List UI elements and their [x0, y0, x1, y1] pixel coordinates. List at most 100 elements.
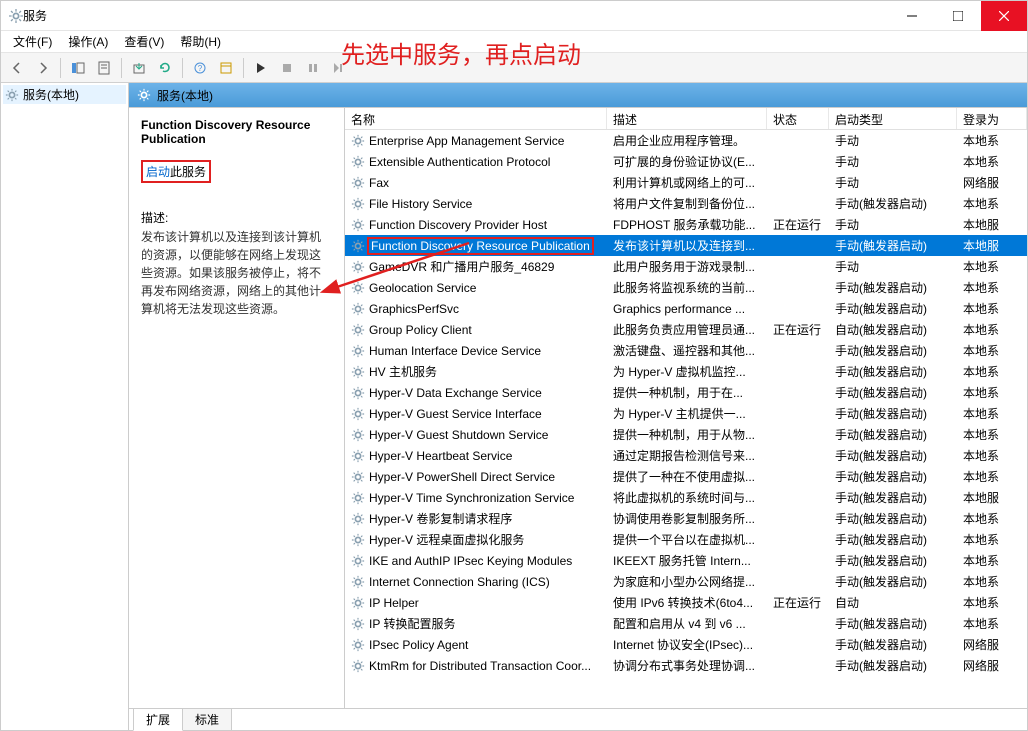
- service-row[interactable]: Hyper-V 远程桌面虚拟化服务提供一个平台以在虚拟机...手动(触发器启动)…: [345, 529, 1027, 550]
- gear-icon: [351, 491, 365, 505]
- service-row[interactable]: Hyper-V Guest Shutdown Service提供一种机制，用于从…: [345, 424, 1027, 445]
- col-desc[interactable]: 描述: [607, 108, 767, 129]
- menu-view[interactable]: 查看(V): [118, 31, 170, 52]
- close-button[interactable]: [981, 1, 1027, 31]
- service-row[interactable]: Human Interface Device Service激活键盘、遥控器和其…: [345, 340, 1027, 361]
- service-row[interactable]: Geolocation Service此服务将监视系统的当前...手动(触发器启…: [345, 277, 1027, 298]
- service-row[interactable]: Hyper-V Guest Service Interface为 Hyper-V…: [345, 403, 1027, 424]
- menu-file[interactable]: 文件(F): [7, 31, 58, 52]
- service-row[interactable]: GraphicsPerfSvcGraphics performance ...手…: [345, 298, 1027, 319]
- minimize-button[interactable]: [889, 1, 935, 31]
- service-name: Hyper-V Time Synchronization Service: [369, 491, 574, 505]
- restart-service-button[interactable]: [327, 56, 351, 80]
- service-startup: 手动(触发器启动): [829, 489, 957, 506]
- service-desc: 提供了一种在不使用虚拟...: [607, 468, 767, 485]
- service-logon: 本地系: [957, 300, 1027, 317]
- service-name: Hyper-V Guest Shutdown Service: [369, 428, 548, 442]
- gear-icon: [351, 638, 365, 652]
- service-row[interactable]: Hyper-V Heartbeat Service通过定期报告检测信号来...手…: [345, 445, 1027, 466]
- service-row[interactable]: KtmRm for Distributed Transaction Coor..…: [345, 655, 1027, 676]
- service-row[interactable]: Extensible Authentication Protocol可扩展的身份…: [345, 151, 1027, 172]
- forward-button[interactable]: [31, 56, 55, 80]
- service-row[interactable]: IP Helper使用 IPv6 转换技术(6to4...正在运行自动本地系: [345, 592, 1027, 613]
- gear-icon: [351, 239, 365, 253]
- gear-icon: [351, 554, 365, 568]
- service-startup: 自动: [829, 594, 957, 611]
- service-row[interactable]: GameDVR 和广播用户服务_46829此用户服务用于游戏录制...手动本地系: [345, 256, 1027, 277]
- svg-text:?: ?: [198, 64, 203, 73]
- service-desc: 此用户服务用于游戏录制...: [607, 258, 767, 275]
- tree-item-services-local[interactable]: 服务(本地): [3, 85, 126, 104]
- export-button[interactable]: [127, 56, 151, 80]
- service-startup: 手动(触发器启动): [829, 552, 957, 569]
- col-status[interactable]: 状态: [767, 108, 829, 129]
- service-logon: 本地系: [957, 132, 1027, 149]
- service-row[interactable]: Hyper-V Data Exchange Service提供一种机制，用于在.…: [345, 382, 1027, 403]
- back-button[interactable]: [5, 56, 29, 80]
- service-name: Function Discovery Provider Host: [369, 218, 547, 232]
- service-name: GraphicsPerfSvc: [369, 302, 459, 316]
- service-name: Geolocation Service: [369, 281, 476, 295]
- properties-button[interactable]: [92, 56, 116, 80]
- menu-help[interactable]: 帮助(H): [174, 31, 227, 52]
- service-name: Hyper-V 远程桌面虚拟化服务: [369, 531, 524, 548]
- menu-action[interactable]: 操作(A): [62, 31, 114, 52]
- service-row[interactable]: Fax利用计算机或网络上的可...手动网络服: [345, 172, 1027, 193]
- refresh-button[interactable]: [153, 56, 177, 80]
- service-name: Extensible Authentication Protocol: [369, 155, 550, 169]
- service-row[interactable]: Enterprise App Management Service启用企业应用程…: [345, 130, 1027, 151]
- service-logon: 本地系: [957, 447, 1027, 464]
- service-startup: 手动: [829, 258, 957, 275]
- service-name: Hyper-V 卷影复制请求程序: [369, 510, 512, 527]
- service-row[interactable]: Hyper-V 卷影复制请求程序协调使用卷影复制服务所...手动(触发器启动)本…: [345, 508, 1027, 529]
- service-row[interactable]: Function Discovery Provider HostFDPHOST …: [345, 214, 1027, 235]
- service-startup: 手动(触发器启动): [829, 405, 957, 422]
- pause-service-button[interactable]: [301, 56, 325, 80]
- service-row[interactable]: Hyper-V PowerShell Direct Service提供了一种在不…: [345, 466, 1027, 487]
- detail-desc-label: 描述:: [141, 209, 332, 226]
- show-hide-tree-button[interactable]: [66, 56, 90, 80]
- col-startup[interactable]: 启动类型: [829, 108, 957, 129]
- properties2-button[interactable]: [214, 56, 238, 80]
- col-logon[interactable]: 登录为: [957, 108, 1027, 129]
- service-logon: 网络服: [957, 657, 1027, 674]
- service-startup: 手动(触发器启动): [829, 384, 957, 401]
- gear-icon: [351, 155, 365, 169]
- detail-title: Function Discovery Resource Publication: [141, 118, 332, 146]
- service-logon: 本地系: [957, 363, 1027, 380]
- gear-icon: [351, 302, 365, 316]
- gear-icon: [351, 617, 365, 631]
- tab-standard[interactable]: 标准: [182, 708, 232, 730]
- service-row[interactable]: Hyper-V Time Synchronization Service将此虚拟…: [345, 487, 1027, 508]
- start-service-link[interactable]: 启动: [146, 165, 170, 179]
- service-row[interactable]: Group Policy Client此服务负责应用管理员通...正在运行自动(…: [345, 319, 1027, 340]
- maximize-button[interactable]: [935, 1, 981, 31]
- service-desc: 协调使用卷影复制服务所...: [607, 510, 767, 527]
- service-row[interactable]: IPsec Policy AgentInternet 协议安全(IPsec)..…: [345, 634, 1027, 655]
- service-startup: 手动: [829, 174, 957, 191]
- service-row[interactable]: File History Service将用户文件复制到备份位...手动(触发器…: [345, 193, 1027, 214]
- service-row[interactable]: Internet Connection Sharing (ICS)为家庭和小型办…: [345, 571, 1027, 592]
- service-row[interactable]: IKE and AuthIP IPsec Keying ModulesIKEEX…: [345, 550, 1027, 571]
- service-row[interactable]: Function Discovery Resource Publication发…: [345, 235, 1027, 256]
- service-name: IP Helper: [369, 596, 419, 610]
- gear-icon: [351, 449, 365, 463]
- gear-icon: [351, 512, 365, 526]
- service-list[interactable]: Enterprise App Management Service启用企业应用程…: [345, 130, 1027, 708]
- tab-extended[interactable]: 扩展: [133, 708, 183, 731]
- detail-pane: Function Discovery Resource Publication …: [129, 108, 345, 708]
- service-desc: 激活键盘、遥控器和其他...: [607, 342, 767, 359]
- start-service-button[interactable]: [249, 56, 273, 80]
- service-desc: 将用户文件复制到备份位...: [607, 195, 767, 212]
- gear-icon: [137, 88, 151, 102]
- service-row[interactable]: HV 主机服务为 Hyper-V 虚拟机监控...手动(触发器启动)本地系: [345, 361, 1027, 382]
- col-name[interactable]: 名称: [345, 108, 607, 129]
- stop-service-button[interactable]: [275, 56, 299, 80]
- help-button[interactable]: ?: [188, 56, 212, 80]
- service-startup: 手动(触发器启动): [829, 342, 957, 359]
- service-desc: 此服务将监视系统的当前...: [607, 279, 767, 296]
- detail-desc: 发布该计算机以及连接到该计算机的资源，以便能够在网络上发现这些资源。如果该服务被…: [141, 228, 332, 318]
- gear-icon: [351, 323, 365, 337]
- service-row[interactable]: IP 转换配置服务配置和启用从 v4 到 v6 ...手动(触发器启动)本地系: [345, 613, 1027, 634]
- column-headers: 名称 描述 状态 启动类型 登录为: [345, 108, 1027, 130]
